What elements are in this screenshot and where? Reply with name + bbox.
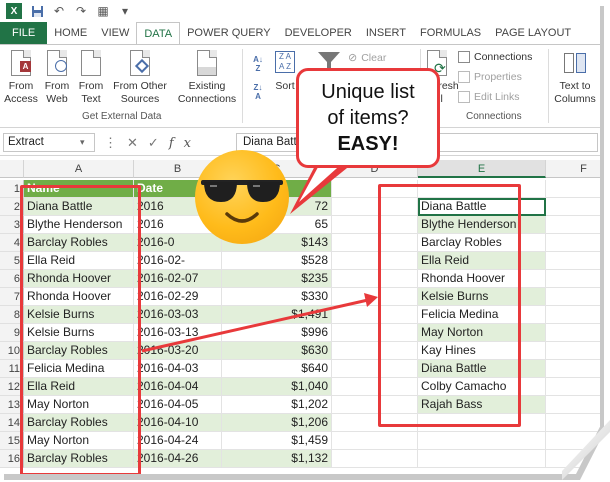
callout-line-2: of items? bbox=[327, 107, 409, 129]
sunglasses-icon bbox=[201, 180, 283, 202]
callout-line-1: Unique list bbox=[321, 81, 415, 103]
smile-icon bbox=[225, 212, 259, 223]
callout-bubble: Unique list of items? EASY! bbox=[296, 68, 440, 168]
callout-line-3: EASY! bbox=[337, 133, 399, 155]
sunglasses-emoji-icon bbox=[195, 150, 289, 244]
excel-window: X ↶ ↷ ▦ ▾ FILE HOME VIEW DATA POWER QUER… bbox=[0, 0, 600, 474]
